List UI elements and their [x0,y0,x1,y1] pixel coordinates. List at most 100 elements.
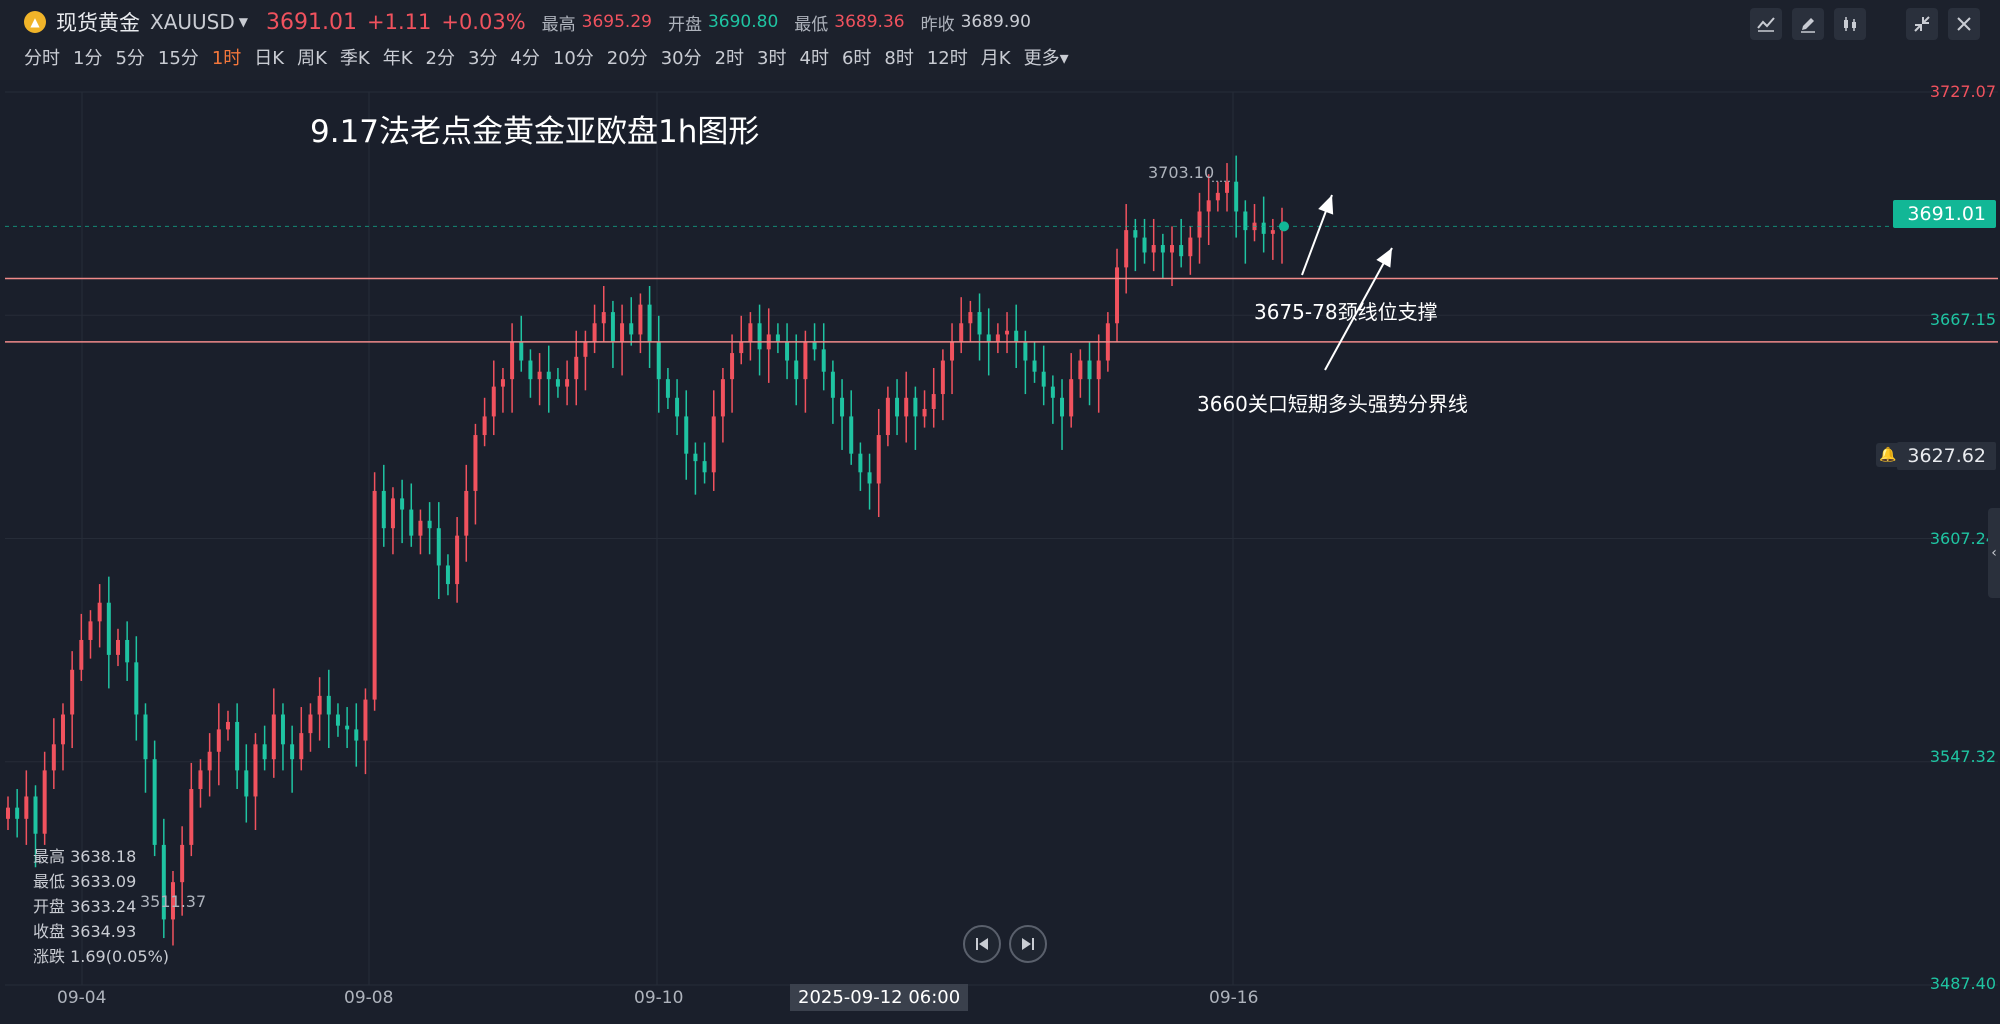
candle-body [1032,360,1037,372]
skip-back-icon [976,938,988,950]
candle-body [803,341,808,380]
chart-title-annotation: 9.17法老点金黄金亚欧盘1h图形 [310,114,760,150]
candle-body [143,714,148,760]
candle-body [51,744,56,771]
candle-body [1005,330,1010,335]
candle-body [702,461,707,473]
skip-forward-icon [1022,938,1034,950]
candle-body [1115,267,1120,324]
candle-body [345,725,350,730]
candle-body [79,639,84,670]
candle-body [491,386,496,417]
ohlc-info-row: 开盘 3633.24 [33,897,137,916]
candle-body [1041,371,1046,387]
candle-body [1096,360,1101,380]
candle-body [1225,181,1230,193]
candle-body [629,323,634,335]
y-tick-2: 3667.15 [1929,310,1996,329]
prev-candle-button[interactable] [963,925,1001,963]
candle-body [381,490,386,529]
candle-body [675,397,680,417]
arrow-head [1318,195,1334,215]
candle-body [977,312,982,335]
candle-body [959,323,964,342]
y-tick-3: 3607.24 [1929,529,1996,548]
candle-body [739,341,744,354]
candle-body [1050,386,1055,398]
candle-body [1023,341,1028,361]
candle-body [730,353,735,380]
candlestick-chart[interactable] [0,0,2000,1024]
candle-body [271,714,276,760]
ohlc-info-row: 最低 3633.09 [33,872,137,891]
candle-body [134,662,139,715]
candle-body [1160,245,1165,253]
ohlc-info-row: 最高 3638.18 [33,847,137,866]
candle-body [1215,192,1220,201]
candle-body [986,334,991,342]
candle-body [207,751,212,771]
candle-body [308,714,313,734]
candle-body [1151,245,1156,253]
candle-body [555,379,560,387]
candle-body [436,528,441,566]
candle-body [748,323,753,342]
candle-body [253,744,258,797]
candle-body [115,639,120,655]
candle-body [106,602,111,655]
candle-body [280,714,285,745]
candle-body [1234,181,1239,212]
candle-body [60,714,65,745]
candle-body [1078,360,1083,380]
candle-body [510,341,515,380]
x-tick-4: 09-16 [1209,988,1259,1008]
candle-body [546,371,551,380]
current-price-tag: 3691.01 [1893,200,1996,228]
ohlc-info-box: 最高 3638.18 最低 3633.09 开盘 3633.24 收盘 3634.93… [33,844,169,969]
candle-body [574,356,579,380]
candle-body [409,509,414,536]
candle-body [940,360,945,395]
boundary-annotation: 3660关口短期多头强势分界线 [1197,392,1468,416]
candle-body [6,807,10,819]
candle-body [335,714,340,726]
candle-body [519,341,524,361]
candle-body [1014,330,1019,342]
y-tick-5: 3487.40 [1929,974,1996,993]
candle-body [840,397,845,417]
candle-body [1197,211,1202,238]
x-tick-3: 09-10 [634,988,684,1008]
candle-body [445,565,450,585]
candle-body [88,621,93,640]
x-tick-2: 09-08 [344,988,394,1008]
candle-body [867,472,872,484]
candle-body [1170,245,1175,253]
x-tick-1: 09-04 [57,988,107,1008]
candle-body [1133,230,1138,238]
candle-body [720,379,725,417]
y-tick-1: 3727.07 [1929,82,1996,101]
candle-body [500,379,505,387]
candle-body [995,334,1000,342]
candle-body [482,416,487,436]
candle-body [895,397,900,417]
candle-body [216,729,221,752]
alert-price-tag[interactable]: 3627.62 [1897,442,1996,470]
candle-body [565,379,570,387]
candle-body [42,770,47,834]
candle-body [785,341,790,361]
candle-body [70,669,75,715]
candle-body [913,397,918,417]
candle-body [583,341,588,357]
candle-body [1188,237,1193,257]
candle-body [830,371,835,398]
side-panel-toggle[interactable]: ‹ [1988,508,2000,598]
ohlc-info-row: 涨跌 1.69(0.05%) [33,947,170,966]
candle-body [97,602,102,622]
bell-icon[interactable]: 🔔 [1876,443,1900,467]
candle-body [922,408,927,417]
peak-price-label: 3703.10 [1148,163,1215,182]
candle-body [372,490,377,700]
next-candle-button[interactable] [1009,925,1047,963]
candle-body [244,770,249,797]
